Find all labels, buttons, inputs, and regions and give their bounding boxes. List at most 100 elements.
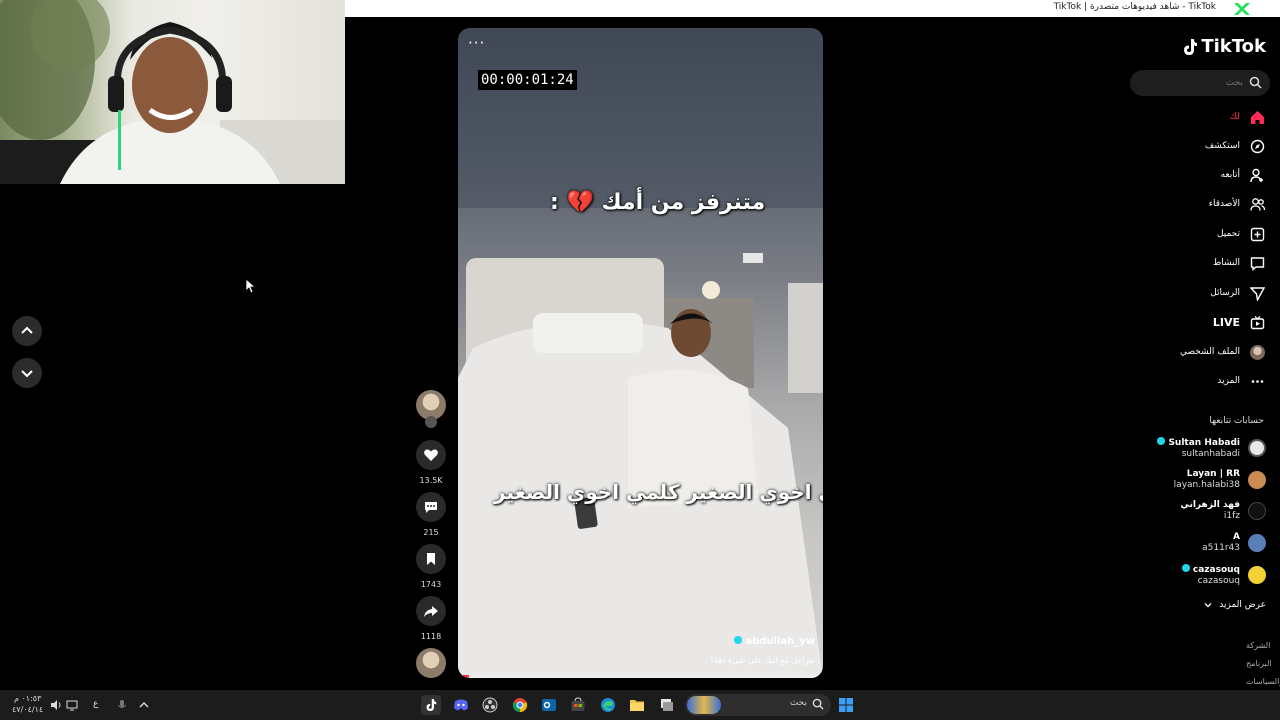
tiktok-wordmark: TikTok	[1201, 36, 1266, 57]
tiktok-logo[interactable]: TikTok	[1182, 36, 1266, 57]
like-count: 13.5K	[419, 476, 443, 485]
speaker-icon[interactable]	[50, 699, 62, 711]
nav-activity[interactable]: النشاط	[1213, 253, 1265, 273]
microphone-icon[interactable]	[117, 699, 127, 711]
nav-profile[interactable]: الملف الشخصي	[1180, 342, 1265, 362]
footer-link-terms[interactable]: الشروط والسياسات	[1246, 677, 1280, 686]
nav-label-upload: تحميل	[1216, 229, 1240, 239]
account-name-text: Sultan Habadi	[1168, 437, 1240, 448]
share-action: 1118	[415, 596, 447, 641]
friends-icon	[1249, 196, 1265, 212]
account-name: Layan | RR	[1186, 469, 1240, 479]
upload-icon	[1249, 226, 1265, 242]
video-player[interactable]: ··· 00:00:01:24 متنرفز من أمك 💔 : كلمي ا…	[458, 28, 823, 678]
nav-label-profile: الملف الشخصي	[1180, 347, 1240, 357]
search-icon[interactable]	[1249, 76, 1262, 89]
file-explorer-icon[interactable]	[627, 695, 647, 715]
chevron-up-icon[interactable]	[138, 699, 150, 711]
nav-messages[interactable]: الرسائل	[1210, 283, 1265, 303]
search-box	[1130, 70, 1270, 96]
activity-icon	[1249, 255, 1265, 271]
account-text: Layan | RR layan.halabi38	[1174, 469, 1240, 491]
discord-icon[interactable]	[451, 695, 471, 715]
account-name: A	[1233, 532, 1240, 542]
save-count: 1743	[420, 580, 442, 589]
follow-button[interactable]	[425, 416, 437, 428]
comment-action: 215	[415, 492, 447, 537]
verified-badge-icon	[1157, 436, 1166, 445]
more-icon	[1249, 373, 1265, 389]
account-item[interactable]: Layan | RR layan.halabi38	[1174, 467, 1266, 493]
chrome-icon[interactable]	[510, 695, 530, 715]
video-author[interactable]: abdullah_yw	[734, 636, 815, 647]
nav-more[interactable]: المزيد	[1217, 371, 1265, 391]
obs-icon[interactable]	[480, 695, 500, 715]
nav-following[interactable]: أتابعه	[1221, 165, 1265, 185]
user-follow-icon	[1249, 167, 1265, 183]
edge-icon[interactable]	[598, 695, 618, 715]
nav-label-for-you: لك	[1229, 112, 1240, 122]
verified-badge-icon	[734, 636, 743, 644]
store-icon[interactable]	[568, 695, 588, 715]
next-video-button[interactable]	[12, 358, 42, 388]
sound-avatar[interactable]	[415, 648, 447, 678]
verified-badge-icon	[1181, 563, 1190, 572]
nav-explore[interactable]: استكشف	[1205, 136, 1265, 156]
account-avatar	[1248, 471, 1266, 489]
nav-upload[interactable]: تحميل	[1217, 224, 1265, 244]
compass-icon	[1249, 138, 1265, 154]
account-avatar	[1248, 439, 1266, 457]
taskview-icon[interactable]	[657, 695, 677, 715]
account-handle: layan.halabi38	[1173, 480, 1240, 490]
video-progress-bar[interactable]	[458, 675, 823, 678]
previous-video-button[interactable]	[12, 316, 42, 346]
search-icon	[812, 698, 824, 710]
account-text: A a511r43	[1202, 532, 1240, 554]
footer-link-program[interactable]: البرنامج	[1246, 659, 1272, 668]
taskbar-search-label: بحث	[789, 698, 807, 708]
taskbar-time[interactable]: ٠١:٥٣ م	[14, 694, 41, 703]
save-action: 1743	[415, 544, 447, 589]
chevron-down-icon	[1204, 603, 1212, 608]
footer-link-company[interactable]: الشركة	[1246, 641, 1270, 650]
like-button[interactable]	[416, 440, 446, 470]
display-icon[interactable]	[66, 699, 78, 711]
video-menu-button[interactable]: ···	[468, 34, 485, 52]
input-language-indicator[interactable]: ع	[93, 699, 98, 709]
save-button[interactable]	[416, 544, 446, 574]
nav-for-you[interactable]: لك	[1230, 107, 1265, 127]
account-handle: sultanhabadi	[1181, 448, 1240, 459]
tiktok-app-icon[interactable]	[421, 695, 441, 715]
nav-friends[interactable]: الأصدقاء	[1209, 194, 1265, 214]
video-caption-top: متنرفز من أمك 💔 :	[550, 190, 766, 215]
taskbar-date[interactable]: ٤٧/٠٤/١٤	[12, 705, 43, 714]
search-input[interactable]	[1138, 75, 1243, 91]
account-item[interactable]: فهد الزهراني i1fz	[1180, 498, 1266, 524]
heart-icon	[424, 449, 438, 461]
share-button[interactable]	[416, 596, 446, 626]
nav-live[interactable]: LIVE	[1213, 312, 1265, 332]
video-timecode: 00:00:01:24	[478, 70, 577, 90]
window-title: TikTok | شاهد فيديوهات متصدرة - TikTok	[1053, 2, 1216, 12]
account-item[interactable]: A a511r43	[1202, 530, 1266, 556]
sidebar: TikTok لك استكشف أتابعه الأصدقاء تحميل	[1130, 28, 1280, 693]
account-avatar	[1248, 502, 1266, 520]
webcam-image	[0, 0, 345, 184]
profile-avatar	[1249, 344, 1265, 360]
windows-start-icon[interactable]	[836, 695, 856, 715]
nav-label-more: المزيد	[1217, 376, 1240, 386]
nav-label-following: أتابعه	[1220, 170, 1240, 180]
account-text: فهد الزهراني i1fz	[1180, 500, 1240, 522]
nav-label-friends: الأصدقاء	[1208, 199, 1240, 209]
taskbar-search[interactable]: بحث	[685, 694, 831, 716]
account-item[interactable]: cazasouq cazasouq	[1181, 562, 1266, 588]
comment-button[interactable]	[416, 492, 446, 522]
nav-label-messages: الرسائل	[1210, 288, 1240, 298]
comment-icon	[425, 502, 437, 513]
outlook-icon[interactable]	[539, 695, 559, 715]
live-icon	[1249, 314, 1265, 330]
home-icon	[1249, 109, 1265, 125]
comment-count: 215	[423, 528, 439, 537]
account-item[interactable]: Sultan Habadi sultanhabadi	[1157, 435, 1266, 461]
see-more-button[interactable]: عرض المزيد	[1203, 600, 1266, 610]
